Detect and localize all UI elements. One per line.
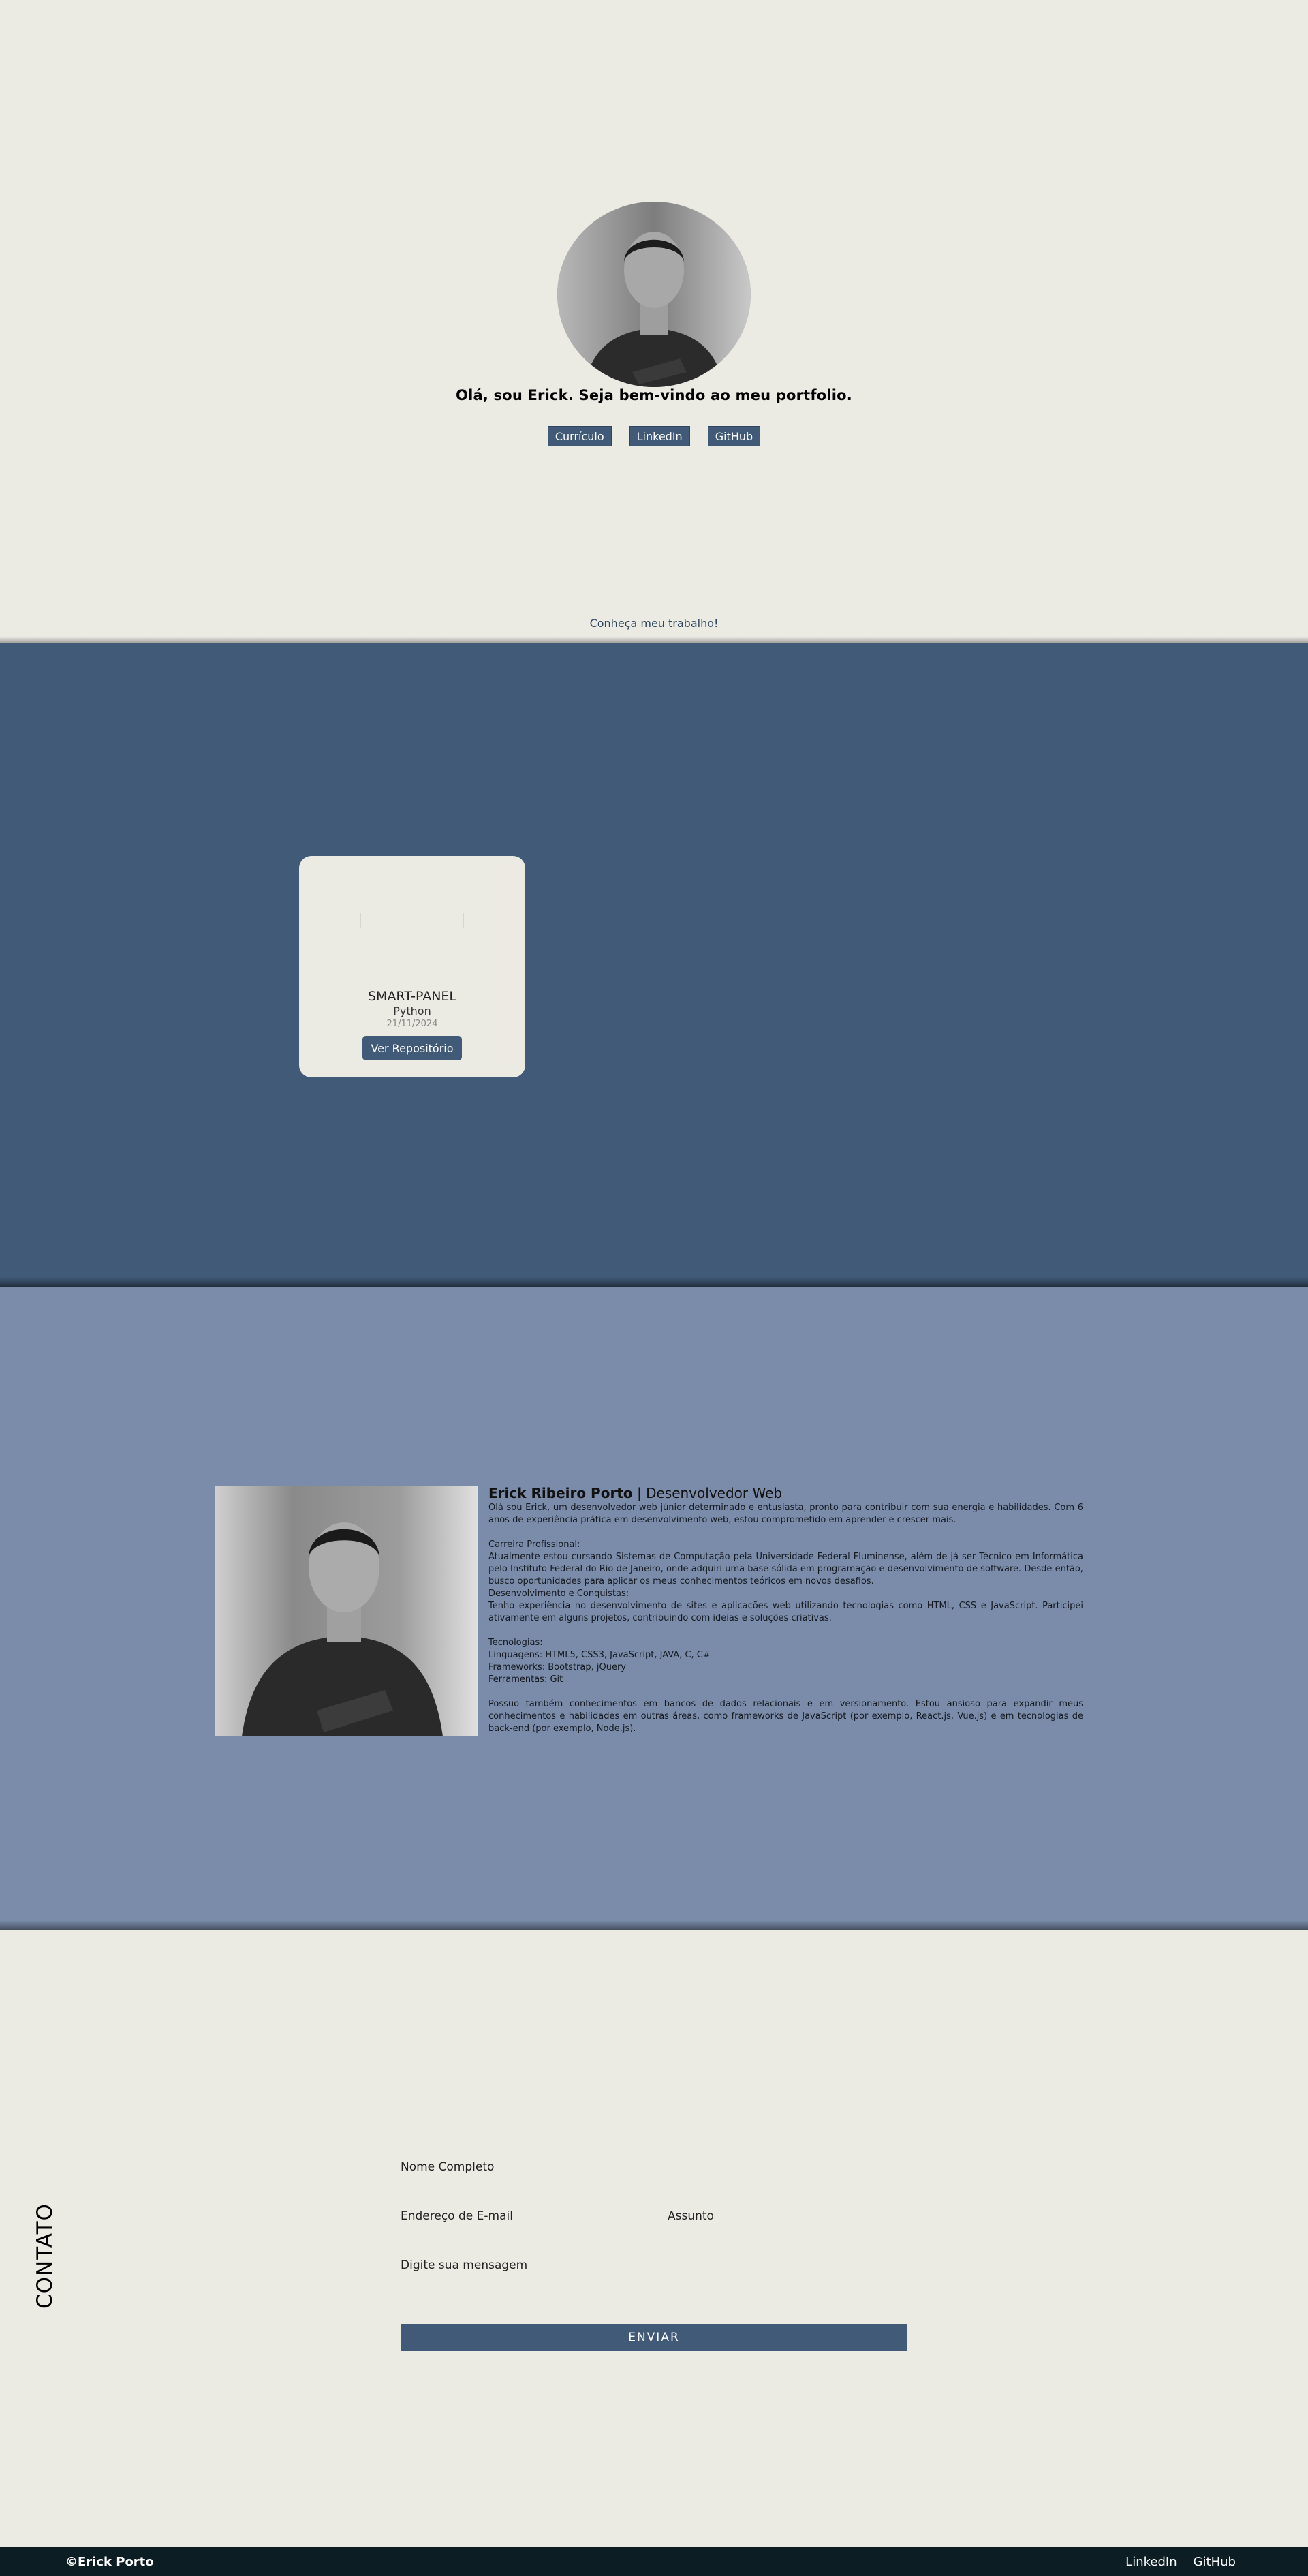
about-role: | Desenvolvedor Web	[632, 1485, 783, 1501]
about-paragraph: Atualmente estou cursando Sistemas de Co…	[488, 1552, 1083, 1586]
project-image	[360, 865, 464, 975]
send-button[interactable]: ENVIAR	[401, 2324, 907, 2351]
hero-section: Olá, sou Erick. Seja bem-vindo ao meu po…	[0, 0, 1308, 645]
footer-github-link[interactable]: GitHub	[1194, 2555, 1236, 2569]
footer-linkedin-link[interactable]: LinkedIn	[1125, 2555, 1177, 2569]
footer: ©Erick Porto LinkedIn GitHub	[0, 2547, 1308, 2576]
about-heading: Erick Ribeiro Porto | Desenvolvedor Web	[488, 1484, 1083, 1502]
hero-buttons: Currículo LinkedIn GitHub	[0, 426, 1308, 446]
contact-section: CONTATO Nome Completo Endereço de E-mail…	[0, 1930, 1308, 2547]
contact-heading: CONTATO	[33, 2203, 57, 2309]
footer-links: LinkedIn GitHub	[1125, 2555, 1236, 2569]
see-work-link[interactable]: Conheça meu trabalho!	[0, 617, 1308, 630]
about-paragraph: Possuo também conhecimentos em bancos de…	[488, 1699, 1083, 1734]
footer-copyright: ©Erick Porto	[65, 2555, 154, 2569]
project-date: 21/11/2024	[386, 1019, 438, 1029]
projects-section: SMART-PANEL Python 21/11/2024 Ver Reposi…	[0, 643, 1308, 1288]
about-paragraph: Carreira Profissional:	[488, 1539, 580, 1550]
about-body: Olá sou Erick, um desenvolvedor web júni…	[488, 1502, 1083, 1735]
about-photo	[215, 1486, 478, 1736]
message-field[interactable]: Digite sua mensagem	[401, 2258, 527, 2272]
about-paragraph: Frameworks: Bootstrap, jQuery	[488, 1662, 626, 1672]
about-name: Erick Ribeiro Porto	[488, 1485, 633, 1501]
about-section: Erick Ribeiro Porto | Desenvolvedor Web …	[0, 1287, 1308, 1931]
linkedin-button[interactable]: LinkedIn	[629, 426, 690, 446]
project-language: Python	[393, 1005, 431, 1017]
about-paragraph: Ferramentas: Git	[488, 1674, 563, 1685]
about-paragraph: Olá sou Erick, um desenvolvedor web júni…	[488, 1503, 1083, 1525]
profile-photo	[557, 202, 751, 387]
view-repository-button[interactable]: Ver Repositório	[362, 1036, 462, 1060]
resume-button[interactable]: Currículo	[547, 426, 612, 446]
about-paragraph: Tecnologias:	[488, 1638, 543, 1648]
github-button[interactable]: GitHub	[707, 426, 761, 446]
subject-field[interactable]: Assunto	[668, 2209, 714, 2223]
name-field[interactable]: Nome Completo	[401, 2160, 494, 2174]
project-title: SMART-PANEL	[367, 989, 457, 1004]
about-paragraph: Desenvolvimento e Conquistas:	[488, 1589, 629, 1599]
about-paragraph: Tenho experiência no desenvolvimento de …	[488, 1601, 1083, 1623]
about-text: Erick Ribeiro Porto | Desenvolvedor Web …	[488, 1484, 1083, 1735]
about-paragraph: Linguagens: HTML5, CSS3, JavaScript, JAV…	[488, 1650, 711, 1660]
project-card: SMART-PANEL Python 21/11/2024 Ver Reposi…	[299, 856, 525, 1077]
email-field[interactable]: Endereço de E-mail	[401, 2209, 513, 2223]
hero-title: Olá, sou Erick. Seja bem-vindo ao meu po…	[456, 387, 852, 403]
